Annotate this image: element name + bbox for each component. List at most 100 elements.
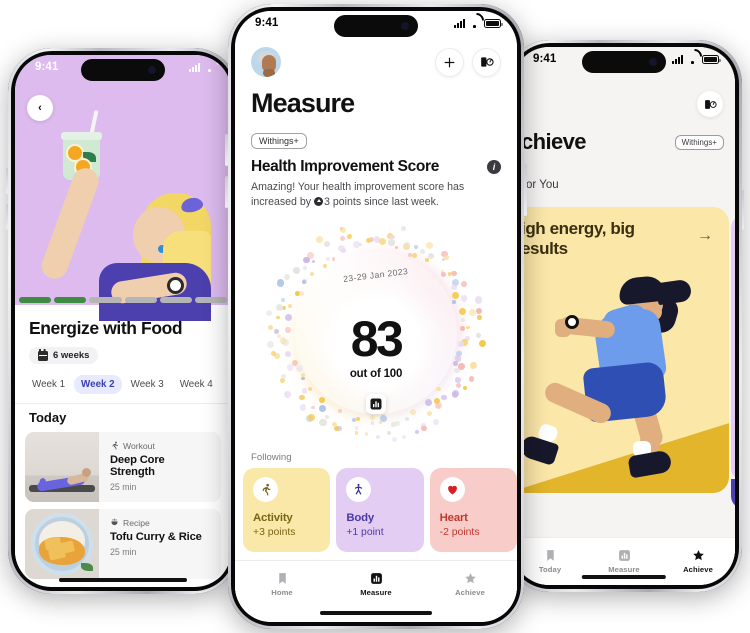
week-tab-2[interactable]: Week 2: [74, 374, 122, 394]
score-card-description: Amazing! Your health improvement score h…: [235, 176, 517, 210]
status-bar-right: 9:41: [513, 47, 735, 77]
signal-bars-icon: [189, 63, 200, 72]
next-card-peek[interactable]: [731, 215, 735, 481]
garnish-shape: [81, 562, 93, 571]
ring-dot: [307, 386, 313, 391]
following-cards: Activity +3 points Body +1 point Heart -…: [235, 468, 517, 553]
ring-dot: [392, 437, 398, 443]
premium-badge[interactable]: Withings+: [674, 135, 724, 150]
list-item[interactable]: Recipe Tofu Curry & Rice 25 min: [25, 508, 221, 579]
scale-device-button[interactable]: [697, 91, 723, 117]
tab-label: Today: [538, 565, 562, 574]
back-button[interactable]: ‹: [27, 95, 53, 121]
star-icon: [464, 573, 476, 584]
home-indicator-center: [320, 611, 432, 615]
ring-dot: [425, 258, 429, 262]
ring-dot: [436, 387, 441, 392]
ring-dot: [409, 409, 416, 416]
tab-label: Home: [271, 588, 293, 597]
ring-dot: [401, 225, 406, 231]
status-bar-left: 9:41: [15, 55, 231, 85]
ring-dot: [378, 237, 386, 245]
course-progress-bar: [15, 297, 231, 305]
ring-dot: [443, 254, 450, 260]
list-item-meta: Workout Deep Core Strength 25 min: [99, 432, 221, 502]
heart-icon: [447, 485, 457, 495]
ring-dot: [427, 411, 432, 417]
signal-bars-icon: [672, 55, 683, 64]
arrow-right-icon[interactable]: →: [697, 227, 713, 245]
card-points: -2 points: [439, 527, 480, 539]
course-duration-chip: 6 weeks: [29, 347, 99, 364]
scale-device-button[interactable]: [472, 47, 501, 77]
tab-today[interactable]: Today: [513, 538, 587, 585]
pot-icon: [111, 518, 118, 526]
wifi-icon: [469, 19, 480, 28]
card-body[interactable]: Body +1 point: [336, 468, 424, 553]
ring-dot: [308, 414, 316, 421]
right-phone-device: 9:41 chieve Withings+ For You igh energy…: [506, 40, 744, 592]
card-heart[interactable]: Heart -2 points: [429, 468, 517, 553]
week-tab-3[interactable]: Week 3: [124, 375, 171, 394]
score-date-range: 23-29 Jan 2023: [261, 266, 491, 284]
week-tab-1[interactable]: Week 1: [25, 375, 72, 394]
volume-down-button-left[interactable]: [6, 204, 8, 230]
ring-dot: [379, 420, 383, 425]
ring-dot: [322, 263, 328, 269]
volume-down-button[interactable]: [225, 176, 228, 208]
tab-achieve[interactable]: Achieve: [423, 561, 517, 608]
ring-dot: [326, 257, 330, 261]
power-button[interactable]: [524, 164, 527, 216]
home-bookmark-icon: [546, 550, 554, 561]
avatar-neck-shape: [263, 69, 275, 77]
measure-screen: 9:41 Measure Withings+ Health Improvemen…: [235, 11, 517, 622]
health-score-ring[interactable]: 23-29 Jan 2023 83 out of 100: [261, 218, 491, 448]
ring-dot: [432, 419, 439, 426]
ring-dot: [451, 284, 457, 291]
screenshot-stage: 9:41 ‹ Energize with Food 6 weeks Week 1…: [0, 0, 750, 633]
premium-badge[interactable]: Withings+: [251, 133, 307, 149]
ring-dot: [338, 408, 343, 413]
ring-dot: [425, 241, 434, 249]
card-activity[interactable]: Activity +3 points: [243, 468, 331, 553]
ring-dot: [391, 422, 396, 427]
featured-card-title: igh energy, big esults: [521, 219, 635, 259]
smartwatch-icon: [565, 315, 579, 329]
ring-dot: [402, 434, 407, 440]
ring-dot: [387, 431, 392, 436]
week-tab-4[interactable]: Week 4: [173, 375, 220, 394]
avatar[interactable]: [251, 47, 281, 77]
center-phone-device: 9:41 Measure Withings+ Health Improvemen…: [225, 4, 527, 629]
course-details-sheet: Energize with Food 6 weeks Week 1 Week 2…: [15, 305, 231, 579]
ring-dot: [364, 431, 369, 436]
ring-dot: [435, 402, 442, 409]
ring-dot: [301, 388, 308, 394]
info-icon[interactable]: i: [487, 160, 501, 174]
body-icon: [355, 483, 363, 495]
progress-segment: [54, 297, 87, 303]
tab-achieve[interactable]: Achieve: [661, 538, 735, 585]
add-button[interactable]: [435, 47, 464, 77]
ring-dot: [424, 398, 433, 406]
power-button-right[interactable]: [742, 190, 744, 230]
ring-dot: [307, 251, 315, 259]
list-item-kind-label: Workout: [123, 440, 155, 451]
ring-dot: [413, 244, 418, 250]
status-time: 9:41: [255, 17, 279, 29]
score-out-of: out of 100: [349, 368, 403, 381]
tab-measure[interactable]: Measure: [329, 561, 423, 608]
ring-dot: [404, 417, 409, 422]
ring-dot: [311, 260, 316, 264]
featured-program-card[interactable]: igh energy, big esults →: [513, 207, 729, 493]
card-title: Activity: [253, 512, 293, 525]
volume-up-button[interactable]: [225, 134, 228, 166]
ring-dot: [356, 416, 361, 422]
smartwatch-icon: [167, 277, 184, 294]
score-chart-button[interactable]: [366, 394, 386, 415]
ring-dot: [339, 226, 346, 234]
tab-home[interactable]: Home: [235, 561, 329, 608]
plus-icon: [444, 57, 455, 67]
ring-dot: [451, 392, 458, 399]
list-item[interactable]: Workout Deep Core Strength 25 min: [25, 431, 221, 502]
volume-up-button-left[interactable]: [6, 168, 8, 194]
